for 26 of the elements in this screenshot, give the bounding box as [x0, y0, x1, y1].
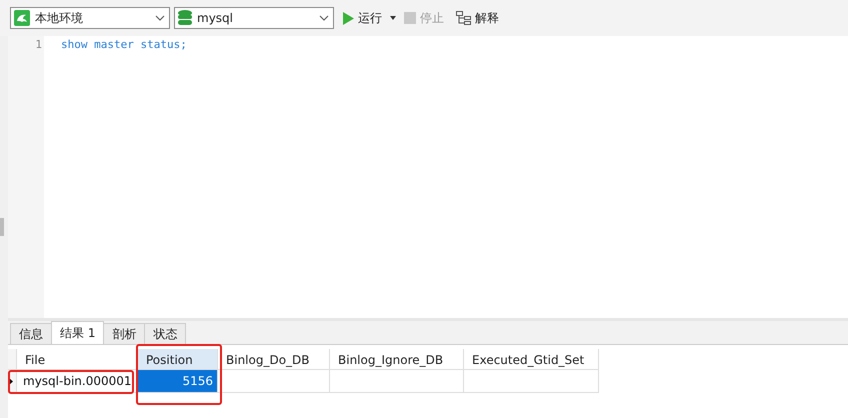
- result-tab[interactable]: 结果 1: [51, 321, 104, 344]
- chevron-down-icon: [155, 15, 165, 21]
- stop-icon: [404, 12, 416, 24]
- database-name: mysql: [197, 11, 234, 25]
- run-button[interactable]: 运行: [338, 10, 386, 26]
- result-tab[interactable]: 状态: [144, 323, 186, 344]
- code-line: show master status;: [61, 38, 188, 53]
- splitter-handle[interactable]: [0, 218, 4, 236]
- explain-button[interactable]: 解释: [452, 10, 503, 26]
- chevron-down-icon: [319, 15, 329, 21]
- database-dropdown[interactable]: mysql: [174, 7, 334, 29]
- result-tab[interactable]: 剖析: [103, 323, 146, 344]
- column-header[interactable]: Binlog_Ignore_DB: [330, 349, 464, 370]
- play-icon: [342, 12, 354, 24]
- database-icon: [178, 10, 192, 26]
- column-header[interactable]: Position: [138, 349, 218, 370]
- table-cell: 5156: [138, 370, 218, 393]
- caret-icon[interactable]: [390, 16, 396, 20]
- connection-dropdown[interactable]: 本地环境: [10, 7, 170, 29]
- tree-icon: [456, 11, 471, 25]
- line-number: 1: [34, 38, 43, 53]
- result-tab[interactable]: 信息: [10, 323, 52, 344]
- column-header[interactable]: Binlog_Do_DB: [218, 349, 330, 370]
- dolphin-icon: [14, 10, 30, 26]
- connection-name: 本地环境: [35, 10, 84, 26]
- column-header[interactable]: Executed_Gtid_Set: [464, 349, 599, 370]
